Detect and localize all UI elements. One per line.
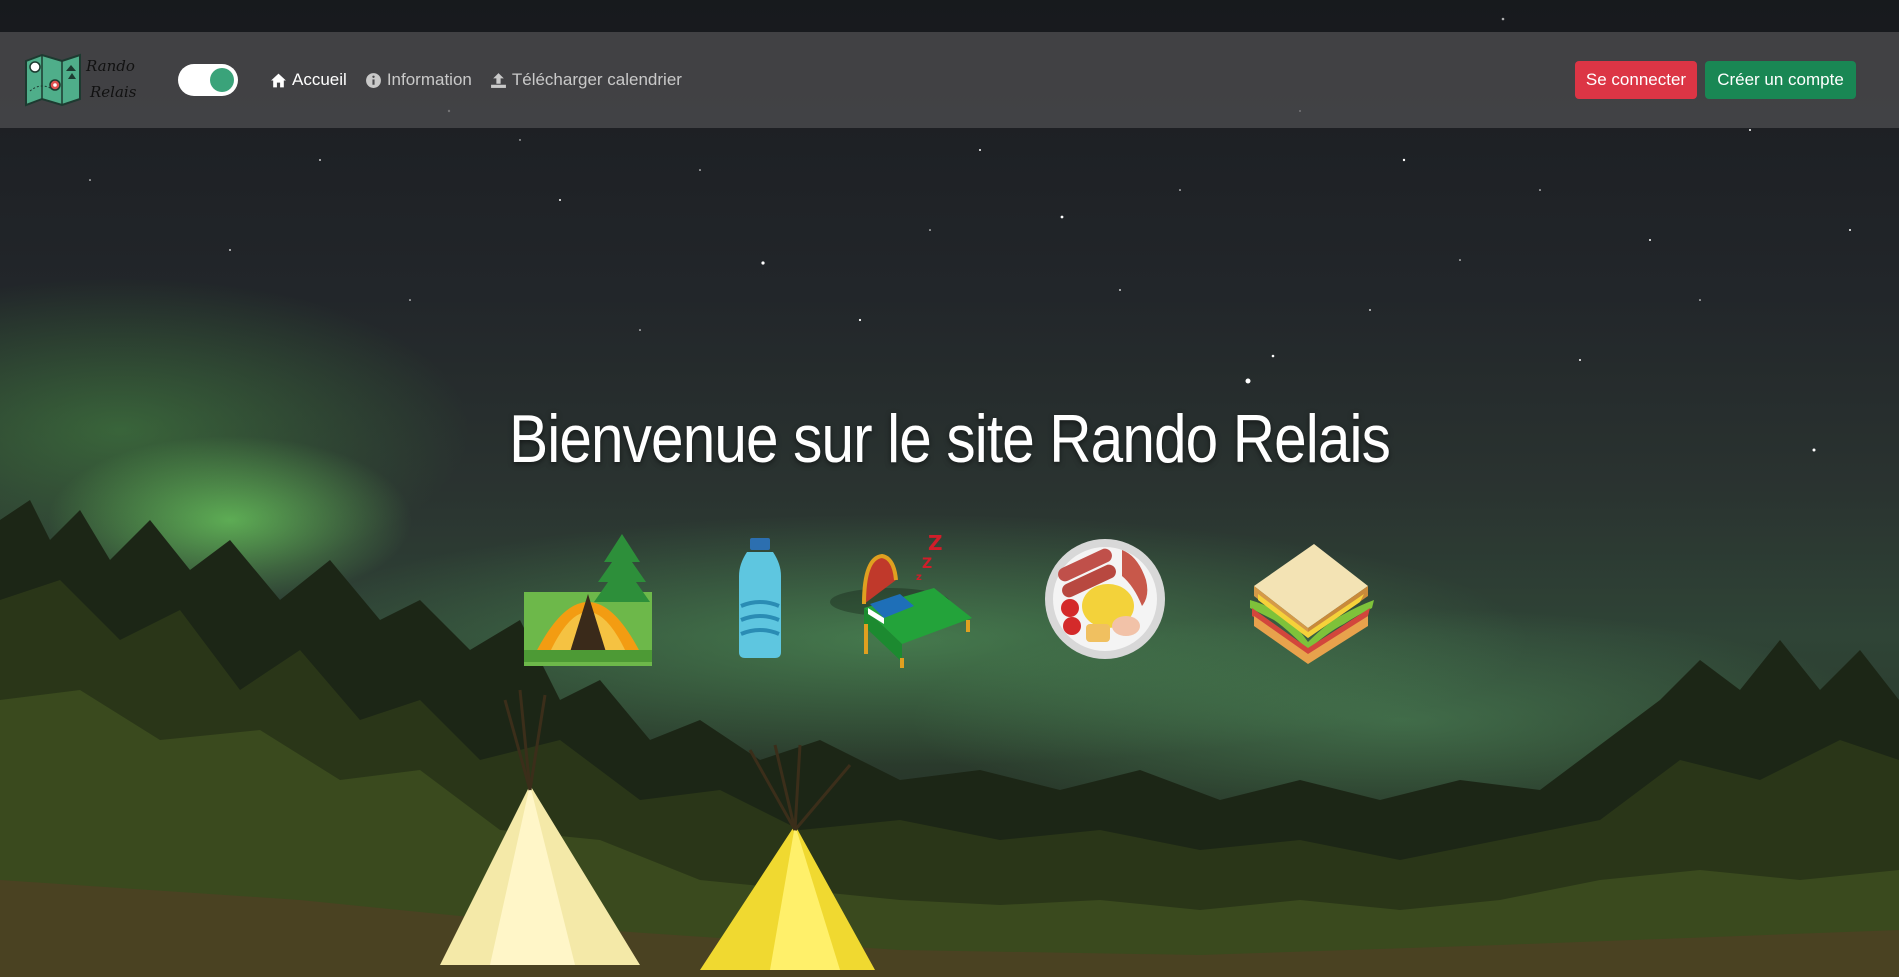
signup-button[interactable]: Créer un compte xyxy=(1705,61,1856,99)
toggle-knob xyxy=(210,68,234,92)
background-night-scene xyxy=(0,0,1899,977)
browser-top-strip xyxy=(0,0,1899,32)
svg-text:Z: Z xyxy=(928,531,943,555)
info-circle-icon xyxy=(365,72,381,88)
logo-line-1: Rando xyxy=(86,57,135,75)
site-logo[interactable]: Rando Relais xyxy=(22,46,140,112)
sandwich-icon xyxy=(1250,544,1374,664)
tent-icon xyxy=(524,534,652,666)
logo-line-2: Relais xyxy=(90,83,137,101)
hero-title: Bienvenue sur le site Rando Relais xyxy=(509,401,1391,477)
svg-text:z: z xyxy=(916,572,922,583)
upload-icon xyxy=(490,72,506,88)
nav-link-label: Télécharger calendrier xyxy=(511,70,682,89)
water-bottle-icon xyxy=(739,538,781,658)
nav-link-telecharger-calendrier[interactable]: Télécharger calendrier xyxy=(490,70,682,90)
home-icon xyxy=(271,73,286,87)
forest-silhouette xyxy=(0,500,1899,977)
main-navbar: Rando Relais Accueil Information Télécha… xyxy=(0,32,1899,128)
bed-icon: Z Z z xyxy=(830,531,972,668)
theme-toggle-switch[interactable] xyxy=(178,64,238,96)
nav-links: Accueil Information Télécharger calendri… xyxy=(270,32,682,128)
breakfast-plate-icon xyxy=(1045,539,1165,659)
map-logo-icon xyxy=(25,53,81,107)
nav-link-label: Information xyxy=(386,70,472,89)
nav-link-label: Accueil xyxy=(292,70,347,89)
nav-link-information[interactable]: Information xyxy=(365,70,472,90)
svg-text:Z: Z xyxy=(922,556,932,572)
logo-wordmark: Rando Relais xyxy=(86,53,136,105)
nav-link-accueil[interactable]: Accueil xyxy=(270,70,347,90)
login-button[interactable]: Se connecter xyxy=(1575,61,1697,99)
